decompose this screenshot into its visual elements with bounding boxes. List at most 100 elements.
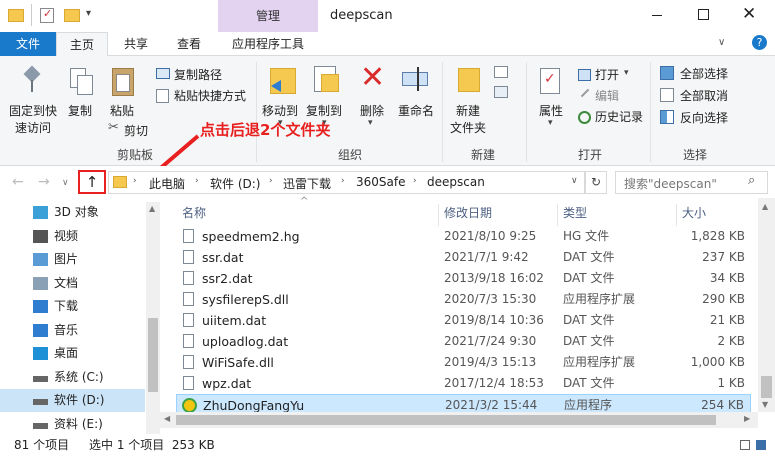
new-folder-label-line2[interactable]: 文件夹 (450, 119, 486, 136)
nav-item[interactable]: 音乐 (0, 319, 145, 342)
history-button[interactable]: 历史记录 (595, 108, 643, 125)
breadcrumb-deepscan[interactable]: deepscan (427, 175, 485, 189)
select-none-button[interactable]: 全部取消 (680, 87, 728, 104)
large-icons-view-icon[interactable] (756, 440, 766, 450)
paste-shortcut-button[interactable]: 粘贴快捷方式 (174, 87, 246, 104)
maximize-icon[interactable] (698, 9, 709, 20)
horizontal-scrollbar[interactable]: ◀ ▶ (160, 412, 758, 428)
table-row[interactable]: wpz.dat 2017/12/4 18:53 DAT 文件 1 KB (176, 373, 751, 394)
column-name[interactable]: 名称 (182, 204, 206, 221)
move-to-button[interactable]: 移动到 (262, 102, 298, 119)
file-type: DAT 文件 (563, 334, 615, 348)
tab-file[interactable]: 文件 (0, 32, 56, 56)
nav-item[interactable]: 图片 (0, 248, 145, 271)
new-item-icon[interactable] (494, 66, 508, 78)
customize-quick-access-icon[interactable]: ▾ (86, 8, 91, 19)
column-type[interactable]: 类型 (563, 204, 587, 221)
nav-item[interactable]: 资料 (E:) (0, 413, 145, 436)
selection-info: 选中 1 个项目 253 KB (89, 438, 215, 452)
invert-selection-button[interactable]: 反向选择 (680, 109, 728, 126)
back-icon[interactable]: ← (12, 174, 24, 190)
nav-item[interactable]: 视频 (0, 225, 145, 248)
nav-item-label: 软件 (D:) (54, 393, 105, 407)
list-scrollbar-thumb[interactable] (761, 376, 772, 398)
details-view-icon[interactable] (740, 440, 750, 450)
pin-label-line2[interactable]: 速访问 (15, 119, 51, 136)
copy-path-button[interactable]: 复制路径 (174, 66, 222, 83)
breadcrumb-360safe[interactable]: 360Safe (356, 175, 405, 189)
horizontal-scrollbar-thumb[interactable] (176, 415, 716, 425)
file-date: 2013/9/18 16:02 (444, 271, 544, 285)
scroll-right-icon[interactable]: ▶ (744, 414, 750, 423)
table-row[interactable]: uploadlog.dat 2021/7/24 9:30 DAT 文件 2 KB (176, 331, 751, 352)
list-scrollbar[interactable]: ▲ ▼ (758, 198, 775, 412)
breadcrumb-drive-d[interactable]: 软件 (D:) (210, 175, 260, 192)
table-row[interactable]: ssr2.dat 2013/9/18 16:02 DAT 文件 34 KB (176, 268, 751, 289)
breadcrumb-chevron-icon[interactable]: › (413, 176, 417, 186)
select-all-button[interactable]: 全部选择 (680, 65, 728, 82)
nav-item[interactable]: 软件 (D:) (0, 389, 145, 412)
minimize-icon[interactable] (652, 15, 662, 16)
column-size[interactable]: 大小 (682, 204, 706, 221)
open-dropdown-icon[interactable]: ▾ (624, 68, 629, 78)
table-row[interactable]: sysfilerepS.dll 2020/7/3 15:30 应用程序扩展 290 K… (176, 289, 751, 310)
column-date[interactable]: 修改日期 (444, 204, 492, 221)
address-dropdown-icon[interactable]: ∨ (571, 176, 578, 186)
close-icon[interactable]: ✕ (742, 4, 756, 24)
paste-button[interactable]: 粘贴 (110, 102, 134, 119)
nav-scrollbar-thumb[interactable] (148, 318, 158, 392)
file-type: 应用程序扩展 (563, 292, 636, 306)
file-type: 应用程序扩展 (563, 355, 636, 369)
open-button[interactable]: 打开 (595, 66, 619, 83)
nav-scrollbar[interactable]: ▲ (146, 202, 160, 434)
nav-item[interactable]: 3D 对象 (0, 201, 145, 224)
breadcrumb-chevron-icon[interactable]: › (133, 176, 137, 186)
ribbon-collapse-icon[interactable]: ∨ (718, 37, 725, 48)
table-row[interactable]: speedmem2.hg 2021/8/10 9:25 HG 文件 1,828 KB (176, 226, 751, 247)
copy-button[interactable]: 复制 (68, 102, 92, 119)
scroll-up-icon[interactable]: ▲ (149, 204, 155, 213)
easy-access-icon[interactable] (494, 86, 508, 98)
refresh-icon[interactable]: ↻ (585, 171, 607, 194)
new-folder-label-line1[interactable]: 新建 (456, 102, 480, 119)
tab-view[interactable]: 查看 (162, 32, 216, 56)
recent-locations-icon[interactable]: ∨ (62, 178, 69, 188)
tab-home[interactable]: 主页 (56, 32, 108, 57)
properties-dropdown-icon[interactable]: ▾ (548, 118, 553, 128)
breadcrumb-chevron-icon[interactable]: › (269, 176, 273, 186)
forward-icon[interactable]: → (38, 174, 50, 190)
delete-dropdown-icon[interactable]: ▾ (368, 118, 373, 128)
nav-item[interactable]: 系统 (C:) (0, 366, 145, 389)
edit-button[interactable]: 编辑 (595, 87, 619, 104)
nav-item[interactable]: 桌面 (0, 342, 145, 365)
breadcrumb-chevron-icon[interactable]: › (341, 176, 345, 186)
tab-application-tools[interactable]: 应用程序工具 (218, 32, 318, 56)
scroll-down-icon[interactable]: ▼ (762, 400, 768, 409)
breadcrumb-this-pc[interactable]: 此电脑 (149, 175, 185, 192)
help-icon[interactable]: ? (752, 35, 767, 50)
search-input[interactable]: 搜索"deepscan" ⌕ (615, 171, 768, 194)
table-row[interactable]: uiitem.dat 2019/8/14 10:36 DAT 文件 21 KB (176, 310, 751, 331)
nav-item[interactable]: 下载 (0, 295, 145, 318)
breadcrumb-chevron-icon[interactable]: › (195, 176, 199, 186)
table-row[interactable]: ssr.dat 2021/7/1 9:42 DAT 文件 237 KB (176, 247, 751, 268)
breadcrumb-xunlei[interactable]: 迅雷下载 (283, 175, 331, 192)
rename-button[interactable]: 重命名 (398, 102, 434, 119)
properties-quick-icon[interactable]: ✓ (40, 7, 54, 23)
address-bar[interactable]: › 此电脑 › 软件 (D:) › 迅雷下载 › 360Safe › deeps… (108, 171, 585, 194)
up-icon[interactable]: ↑ (78, 170, 106, 194)
file-icon (183, 355, 194, 369)
new-folder-quick-icon[interactable] (64, 9, 80, 22)
copy-to-button[interactable]: 复制到 (306, 102, 342, 119)
nav-item[interactable]: 文档 (0, 272, 145, 295)
pin-icon (22, 65, 42, 94)
context-tab-manage[interactable]: 管理 (218, 0, 318, 32)
table-row[interactable]: WiFiSafe.dll 2019/4/3 15:13 应用程序扩展 1,000 KB (176, 352, 751, 373)
scroll-left-icon[interactable]: ◀ (164, 414, 170, 423)
file-size: 290 KB (702, 292, 745, 306)
pin-label-line1[interactable]: 固定到快 (9, 102, 57, 119)
scroll-up-icon[interactable]: ▲ (762, 202, 768, 211)
properties-button[interactable]: 属性 (539, 102, 563, 119)
tab-share[interactable]: 共享 (110, 32, 162, 56)
delete-button[interactable]: 删除 (360, 102, 384, 119)
